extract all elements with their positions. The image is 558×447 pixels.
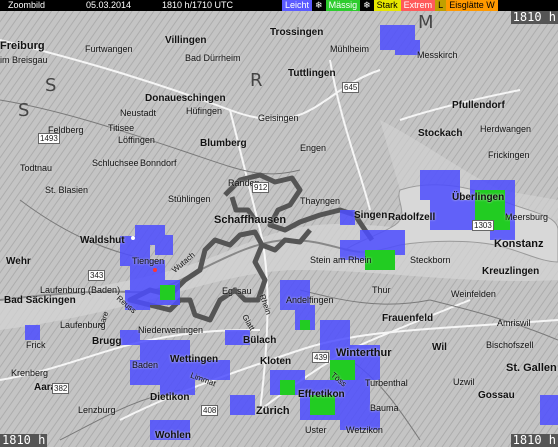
place-label: Bad Dürrheim [185,53,241,63]
legend-moderate: Mässig [325,0,361,11]
place-label: Amriswil [497,318,531,328]
place-label: Zürich [256,405,290,417]
header-bar: Zoombild 05.03.2014 1810 h/1710 UTC Leic… [0,0,558,11]
place-label: Überlingen [452,192,505,203]
legend: Leicht ❄ Mässig ❄ Stark Extrem L Eisglätte W [282,0,498,11]
place-label: Turbenthal [365,378,408,388]
corner-time-top-right: 1810 h [510,10,558,24]
place-label: Effretikon [298,389,345,400]
place-label: Kreuzlingen [482,266,540,277]
place-label: Engen [300,143,327,153]
place-label: Neustadt [120,108,157,118]
place-label: Meersburg [505,212,549,222]
place-label: Stein am Rhein [310,255,372,265]
terrain-letter: S [18,100,30,121]
place-label: Tiengen [132,256,165,266]
place-label: Wil [432,342,447,353]
place-label: Dietikon [150,392,190,403]
snowflake-icon: ❄ [363,0,371,10]
corner-time-bottom-right: 1810 h [510,433,558,447]
place-label: St. Gallen [506,362,557,374]
weather-radar-map: Zoombild 05.03.2014 1810 h/1710 UTC Leic… [0,0,558,447]
terrain-letter: M [418,12,434,33]
place-label: Frauenfeld [382,313,434,324]
place-label: Hüfingen [186,106,223,116]
place-label: Eglisau [222,286,252,296]
place-label: im Breisgau [0,55,48,65]
snowflake-icon: ❄ [315,0,323,10]
road-number: 912 [252,182,270,193]
place-label: Schluchsee [92,158,139,168]
place-label: Bad Säckingen [4,295,76,306]
place-label: Wettingen [170,354,219,365]
road-number: 408 [201,405,219,416]
place-label: Laufenburg (Baden) [40,285,121,295]
place-label: Wehr [6,256,31,267]
place-label: Geisingen [258,113,299,123]
place-label: Frick [26,340,46,350]
place-label: Krenberg [11,368,49,378]
road-number: 343 [88,270,106,281]
place-label: Bülach [243,335,277,346]
place-label: Andelfingen [286,295,334,305]
place-label: Uzwil [453,377,475,387]
place-label: Wohlen [155,430,191,441]
place-label: Pfullendorf [452,100,505,111]
place-label: Weinfelden [451,289,496,299]
place-label: Villingen [165,35,207,46]
radar-date: 05.03.2014 [86,0,132,10]
legend-extreme: Extrem [400,0,436,11]
place-label: Waldshut [80,235,125,246]
place-label: Furtwangen [85,44,133,54]
place-label: Stockach [418,128,463,139]
road-number: 1303 [472,220,494,231]
zoom-label: Zoombild [8,0,46,10]
place-label: Frickingen [488,150,530,160]
place-label: Thur [372,285,391,295]
place-label: Brugg [92,336,122,347]
road-number: 645 [342,82,360,93]
place-label: Thayngen [300,196,341,206]
place-label: Konstanz [494,238,544,250]
place-label: Winterthur [336,347,392,359]
terrain-letter: R [250,70,263,91]
place-label: Todtnau [20,163,53,173]
place-label: Wetzikon [346,425,383,435]
place-label: Mühlheim [330,44,370,54]
place-label: Uster [305,425,327,435]
place-label: Kloten [260,356,292,367]
legend-strong: Stark [373,0,401,11]
place-label: Donaueschingen [145,93,226,104]
place-label: Singen [354,210,388,221]
place-label: St. Blasien [45,185,89,195]
place-label: Tuttlingen [288,68,336,79]
radar-time: 1810 h/1710 UTC [162,0,234,10]
place-label: Schaffhausen [214,214,287,226]
place-label: Messkirch [417,50,458,60]
place-label: Steckborn [410,255,451,265]
road-number: 1493 [38,133,60,144]
corner-time-bottom-left: 1810 h [0,433,48,447]
place-label: Baden [132,360,159,370]
place-label: Gossau [478,390,515,401]
place-label: Löffingen [118,135,155,145]
place-label: Bischofszell [486,340,534,350]
place-label: Trossingen [270,27,324,38]
legend-l: L [435,0,447,11]
place-label: Titisee [108,123,135,133]
place-label: Blumberg [200,138,247,149]
place-label: Radolfzell [388,212,436,223]
terrain-letter: S [45,75,57,96]
road-number: 382 [52,383,70,394]
place-label: Stühlingen [168,194,211,204]
place-label: Bonndorf [140,158,177,168]
road-number: 439 [312,352,330,363]
place-label: Bauma [370,403,399,413]
place-label: Herdwangen [480,124,532,134]
place-label: Lenzburg [78,405,116,415]
place-label: Niederweningen [138,325,204,335]
place-label: Freiburg [0,40,45,52]
legend-ice: Eisglätte W [446,0,498,11]
legend-light: Leicht [282,0,313,11]
